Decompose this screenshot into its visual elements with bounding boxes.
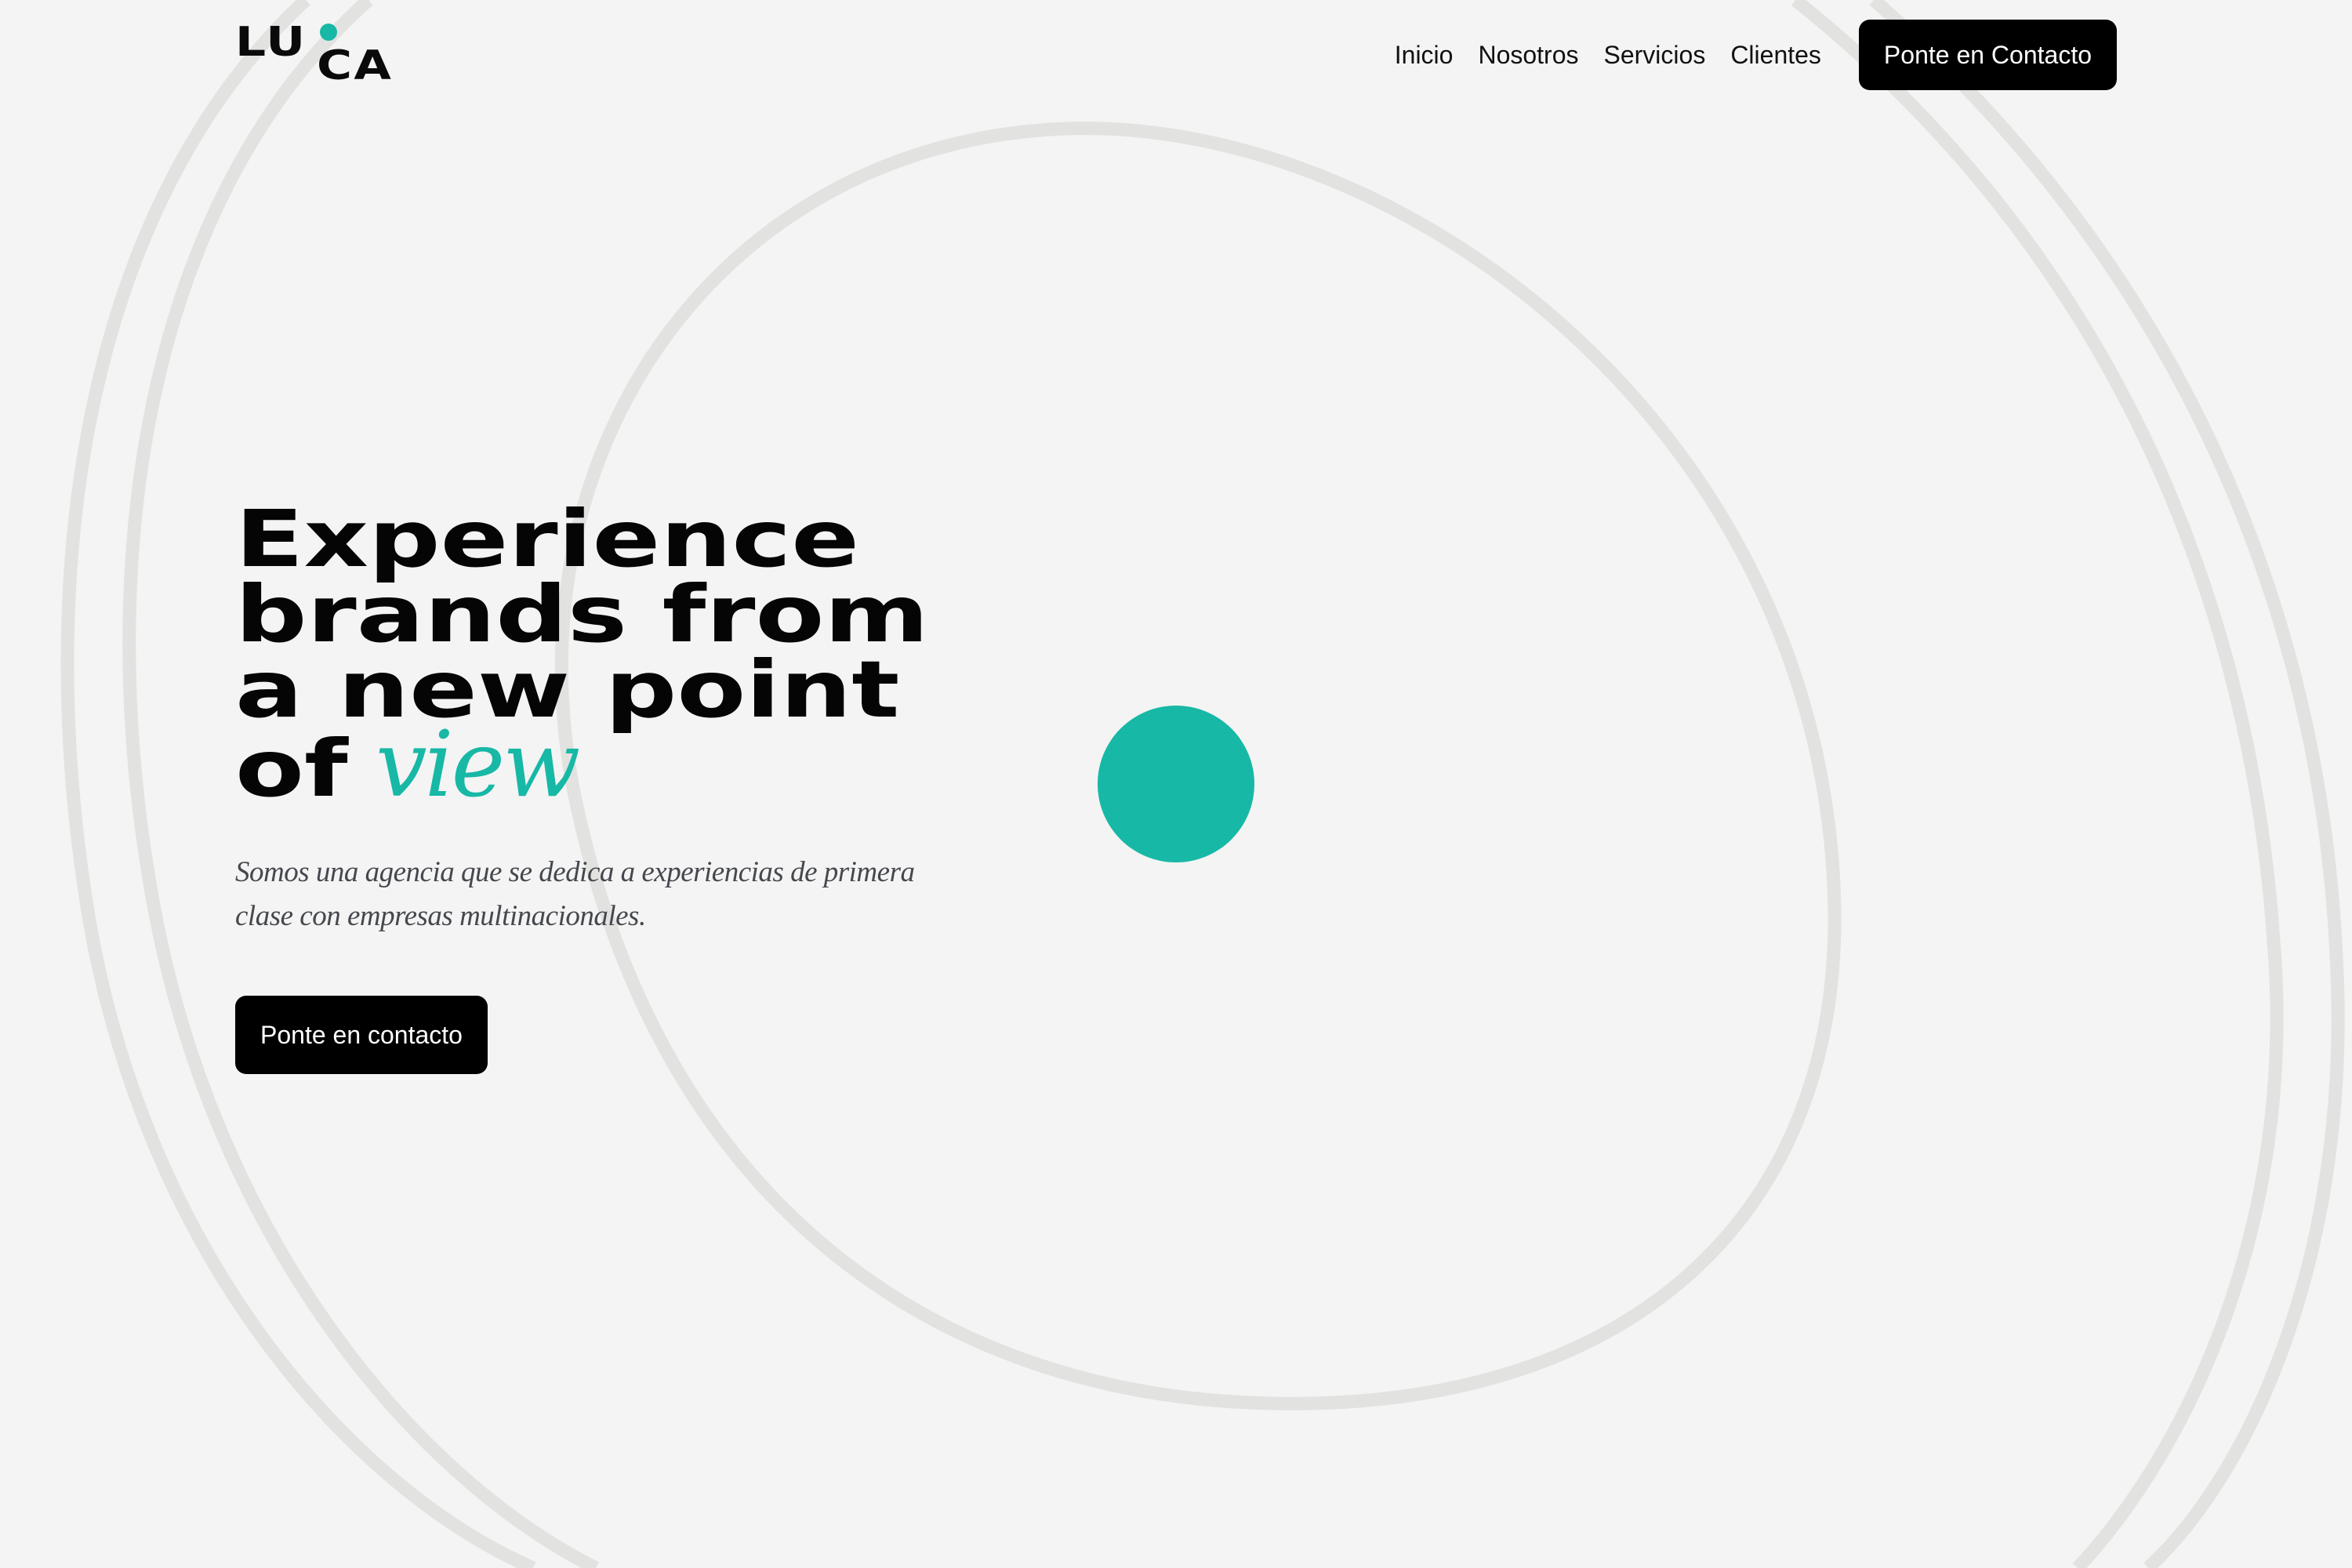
nav-link-clientes[interactable]: Clientes <box>1730 41 1821 70</box>
outer-ring-right-1 <box>1791 0 2284 1568</box>
outer-ring-right-2 <box>1869 0 2345 1568</box>
hero-subtitle: Somos una agencia que se dedica a experi… <box>235 856 915 932</box>
logo[interactable]: LU CA <box>235 19 408 89</box>
hero-title: Experience brands from a new point of vie… <box>235 493 1239 818</box>
hero-title-line-1: Experience <box>235 493 860 585</box>
hero-section: Experience brands from a new point of vie… <box>235 500 1019 1074</box>
nav-link-nosotros[interactable]: Nosotros <box>1478 41 1578 70</box>
main-nav: Inicio Nosotros Servicios Clientes Ponte… <box>1395 20 2117 90</box>
hero-title-line-4: of view <box>235 712 1239 818</box>
hero-title-accent-word: view <box>376 712 580 818</box>
accent-circle <box>1098 706 1254 862</box>
hero-title-prefix: of <box>235 723 348 815</box>
nav-link-inicio[interactable]: Inicio <box>1395 41 1454 70</box>
logo-wordmark-bottom: CA <box>317 42 394 89</box>
nav-link-servicios[interactable]: Servicios <box>1604 41 1706 70</box>
logo-dot <box>320 24 337 41</box>
logo-wordmark-top: LU <box>235 19 307 66</box>
hero-title-line-2: brands from <box>235 568 929 660</box>
contact-button-hero[interactable]: Ponte en contacto <box>235 996 488 1074</box>
contact-button-header[interactable]: Ponte en Contacto <box>1858 20 2117 90</box>
